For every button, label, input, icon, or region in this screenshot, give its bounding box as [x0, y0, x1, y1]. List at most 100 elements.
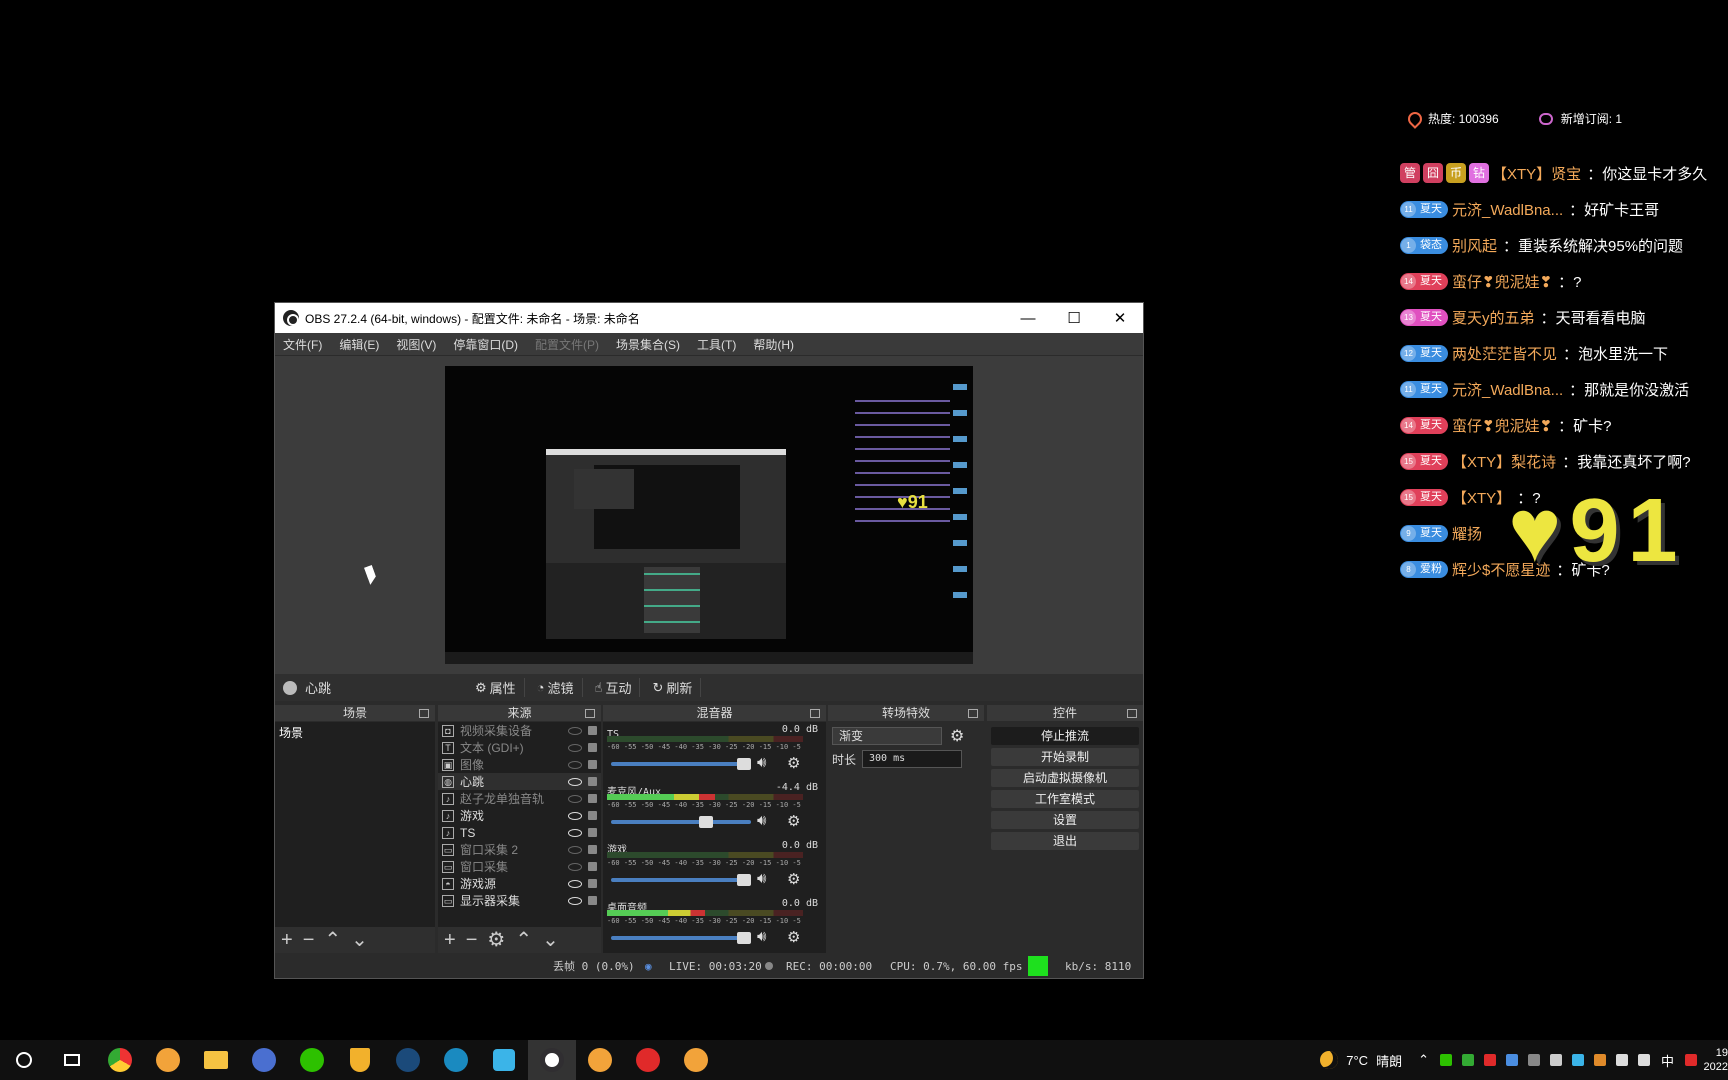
visibility-eye-icon[interactable]: [568, 811, 582, 820]
settings-button[interactable]: 设置: [991, 811, 1139, 829]
add-source-button[interactable]: +: [444, 930, 456, 950]
lock-icon[interactable]: [588, 743, 597, 752]
app-icon[interactable]: [672, 1040, 720, 1080]
source-item[interactable]: ▭ 显示器采集: [438, 892, 601, 909]
lock-icon[interactable]: [588, 862, 597, 871]
menu-docks[interactable]: 停靠窗口(D): [453, 336, 518, 353]
source-item[interactable]: ♪ 赵子龙单独音轨: [438, 790, 601, 807]
chevron-up-icon[interactable]: ⌃: [1418, 1052, 1429, 1068]
folder-icon[interactable]: [192, 1040, 240, 1080]
menu-scene-collection[interactable]: 场景集合(S): [616, 336, 680, 353]
visibility-eye-icon[interactable]: [568, 760, 582, 769]
steam-icon[interactable]: [384, 1040, 432, 1080]
refresh-button[interactable]: ↻ 刷新: [652, 678, 702, 697]
source-item[interactable]: ◓ 游戏源: [438, 875, 601, 892]
menu-file[interactable]: 文件(F): [283, 336, 322, 353]
app-icon[interactable]: [576, 1040, 624, 1080]
gear-icon[interactable]: ⚙: [787, 928, 800, 946]
lock-icon[interactable]: [588, 811, 597, 820]
maximize-button[interactable]: ☐: [1051, 303, 1097, 333]
sogou-icon[interactable]: [1685, 1054, 1697, 1066]
transition-gear-icon[interactable]: ⚙: [950, 726, 964, 746]
transition-select[interactable]: 渐变: [832, 727, 942, 745]
shield-icon[interactable]: [336, 1040, 384, 1080]
visibility-eye-icon[interactable]: [568, 862, 582, 871]
ime-indicator[interactable]: 中: [1661, 1051, 1674, 1070]
weather-widget[interactable]: 7°C 晴朗: [1320, 1051, 1402, 1070]
source-item[interactable]: ◘ 视频采集设备: [438, 722, 601, 739]
lock-icon[interactable]: [588, 896, 597, 905]
move-down-icon[interactable]: ⌄: [351, 930, 368, 950]
gear-icon[interactable]: ⚙: [787, 870, 800, 888]
visibility-eye-icon[interactable]: [568, 743, 582, 752]
move-up-icon[interactable]: ⌃: [324, 930, 341, 950]
exit-button[interactable]: 退出: [991, 832, 1139, 850]
app-icon[interactable]: [480, 1040, 528, 1080]
source-item[interactable]: ▭ 窗口采集: [438, 858, 601, 875]
interact-button[interactable]: ☝ 互动: [595, 678, 641, 697]
visibility-eye-icon[interactable]: [568, 896, 582, 905]
scene-item[interactable]: 场景: [275, 722, 435, 743]
source-item[interactable]: ▭ 窗口采集 2: [438, 841, 601, 858]
keyboard-icon[interactable]: [1527, 1054, 1540, 1066]
stop-streaming-button[interactable]: 停止推流: [991, 727, 1139, 745]
minimize-button[interactable]: —: [1005, 303, 1051, 333]
lock-icon[interactable]: [588, 828, 597, 837]
menu-edit[interactable]: 编辑(E): [339, 336, 379, 353]
search-icon[interactable]: [0, 1040, 48, 1080]
app-tray-icon[interactable]: [1571, 1054, 1584, 1066]
source-item[interactable]: ▣ 图像: [438, 756, 601, 773]
properties-button[interactable]: ⚙ 属性: [475, 678, 525, 697]
lock-icon[interactable]: [588, 879, 597, 888]
remove-source-button[interactable]: −: [466, 930, 478, 950]
speaker-icon[interactable]: 🔊︎: [757, 928, 766, 945]
slider-knob[interactable]: [737, 874, 751, 886]
preview-area[interactable]: ♥91: [275, 356, 1143, 674]
filters-button[interactable]: ◔ 滤镜: [537, 678, 583, 697]
duration-input[interactable]: 300 ms: [862, 750, 963, 768]
visibility-eye-icon[interactable]: [568, 726, 582, 735]
menu-view[interactable]: 视图(V): [396, 336, 436, 353]
move-down-icon[interactable]: ⌄: [542, 930, 559, 950]
speaker-icon[interactable]: 🔊︎: [757, 754, 766, 771]
menu-help[interactable]: 帮助(H): [753, 336, 794, 353]
menu-tools[interactable]: 工具(T): [697, 336, 736, 353]
gear-icon[interactable]: ⚙: [787, 754, 800, 772]
clock[interactable]: 19 2022: [1702, 1046, 1728, 1074]
taskview-icon[interactable]: [48, 1040, 96, 1080]
slider-knob[interactable]: [737, 758, 751, 770]
source-item[interactable]: T 文本 (GDI+): [438, 739, 601, 756]
volume-slider[interactable]: [611, 932, 751, 944]
app-tray-icon[interactable]: [1593, 1054, 1606, 1066]
visibility-eye-icon[interactable]: [568, 879, 582, 888]
obs-icon[interactable]: [528, 1040, 576, 1080]
lock-icon[interactable]: [588, 777, 597, 786]
network-icon[interactable]: [1615, 1054, 1628, 1066]
start-recording-button[interactable]: 开始录制: [991, 748, 1139, 766]
wechat-tray-icon[interactable]: [1439, 1054, 1452, 1066]
lock-icon[interactable]: [588, 726, 597, 735]
preview-canvas[interactable]: ♥91: [445, 366, 973, 664]
visibility-eye-icon[interactable]: [568, 777, 582, 786]
microphone-icon[interactable]: [1549, 1054, 1562, 1066]
source-item[interactable]: ♪ 游戏: [438, 807, 601, 824]
gear-icon[interactable]: ⚙: [787, 812, 800, 830]
slider-knob[interactable]: [737, 932, 751, 944]
volume-icon[interactable]: [1637, 1054, 1650, 1066]
visibility-eye-icon[interactable]: [568, 828, 582, 837]
source-item[interactable]: ◍ 心跳: [438, 773, 601, 790]
speaker-icon[interactable]: 🔊︎: [757, 870, 766, 887]
speaker-icon[interactable]: 🔊︎: [757, 812, 766, 829]
visibility-eye-icon[interactable]: [568, 845, 582, 854]
app-icon[interactable]: [432, 1040, 480, 1080]
slider-knob[interactable]: [699, 816, 714, 828]
netease-music-icon[interactable]: [624, 1040, 672, 1080]
app-icon[interactable]: [144, 1040, 192, 1080]
remove-scene-button[interactable]: −: [303, 930, 315, 950]
obs-titlebar[interactable]: OBS 27.2.4 (64-bit, windows) - 配置文件: 未命名…: [275, 303, 1143, 333]
app-icon[interactable]: [240, 1040, 288, 1080]
move-up-icon[interactable]: ⌃: [515, 930, 532, 950]
add-scene-button[interactable]: +: [281, 930, 293, 950]
lock-icon[interactable]: [588, 845, 597, 854]
lock-icon[interactable]: [588, 760, 597, 769]
